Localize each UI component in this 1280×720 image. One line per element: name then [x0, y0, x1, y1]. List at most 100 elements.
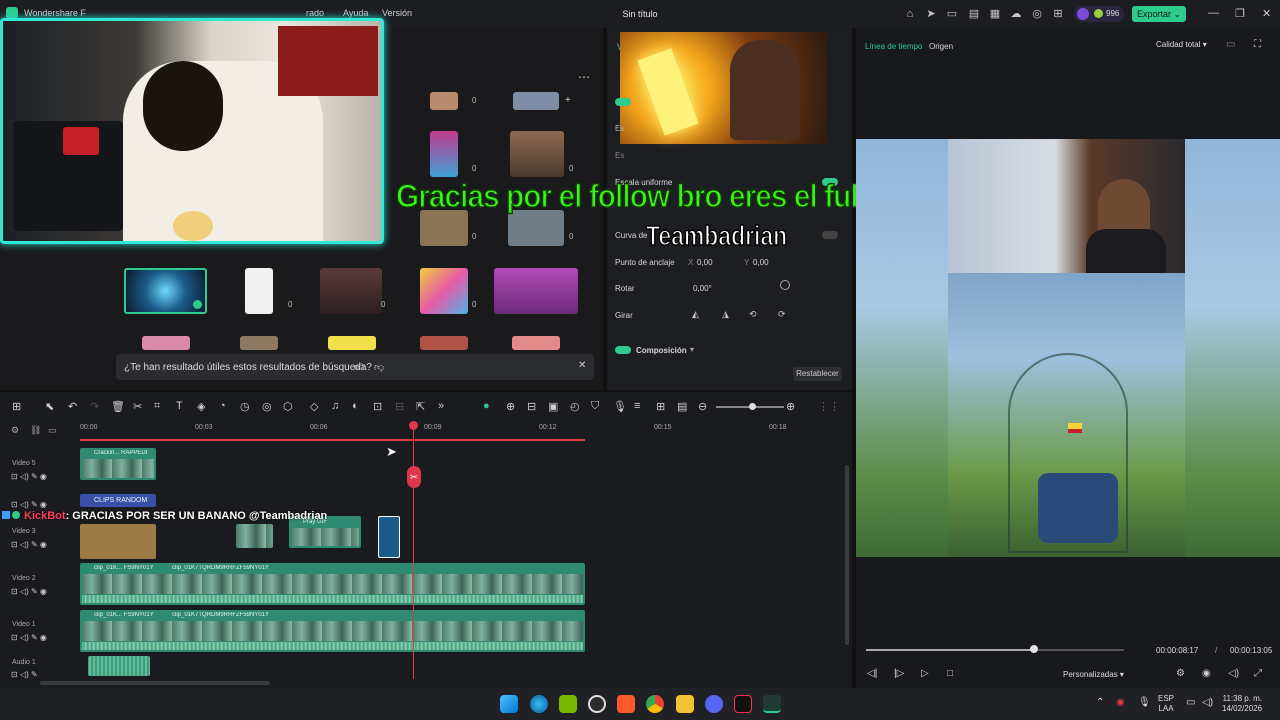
timeline-clip[interactable] [236, 524, 273, 548]
support-icon[interactable]: ◎ [1031, 8, 1043, 20]
anchor-y-input[interactable]: 0,00 [753, 258, 769, 267]
start-icon[interactable] [500, 695, 518, 713]
rotate-right-icon[interactable]: ⟳ [778, 309, 786, 320]
ai-assistant-icon[interactable]: ● [483, 400, 490, 412]
link-icon[interactable]: ⛓ [30, 425, 41, 436]
close-icon[interactable]: ✕ [1262, 7, 1271, 20]
rotate-dial-icon[interactable] [780, 280, 790, 290]
tab-timeline[interactable]: Línea de tiempo [865, 42, 922, 51]
restore-icon[interactable]: ❐ [1235, 7, 1245, 20]
zoom-fit-icon[interactable]: ⊡ [373, 400, 382, 413]
app-icon[interactable] [617, 695, 635, 713]
chrome-icon[interactable] [646, 695, 664, 713]
media-thumbnail[interactable] [513, 92, 559, 110]
track-view-icon[interactable]: ▭ [48, 425, 57, 436]
add-icon[interactable]: + [565, 95, 571, 106]
media-thumbnail[interactable] [328, 336, 376, 350]
track-scrollbar[interactable] [845, 465, 849, 645]
filmora-icon[interactable] [763, 695, 781, 713]
render-icon[interactable]: ◴ [570, 400, 580, 413]
grid-view-icon[interactable]: ⋮⋮ [818, 400, 840, 413]
discord-icon[interactable] [705, 695, 723, 713]
flip-horizontal-icon[interactable]: ◭ [692, 309, 699, 320]
selected-clip[interactable] [378, 516, 400, 558]
timer-icon[interactable]: ◷ [240, 400, 250, 413]
color-icon[interactable]: ◐ [352, 400, 359, 412]
volume-icon[interactable]: ◁) [1202, 697, 1213, 708]
zoom-slider-handle[interactable] [749, 403, 756, 410]
next-frame-icon[interactable]: |▷ [894, 668, 904, 679]
cut-icon[interactable]: ✂ [133, 400, 142, 413]
media-thumbnail[interactable] [240, 336, 278, 350]
timeline-clip[interactable]: clip_01K... FS9NY01Y clip_01K7TQRDM9RRFZ… [80, 563, 585, 605]
shield-icon[interactable]: ⛉ [591, 400, 599, 413]
export-clip-icon[interactable]: ⇱ [416, 400, 425, 413]
timeline-clip[interactable] [80, 524, 156, 559]
tab-origin[interactable]: Origen [929, 42, 953, 51]
edge-icon[interactable] [530, 695, 548, 713]
camera-icon[interactable]: ◉ [1202, 668, 1211, 679]
media-thumbnail[interactable] [508, 210, 564, 246]
timeline-clip[interactable]: clip_01K... FS9NY01Y clip_01K7TQRDM9RRFZ… [80, 610, 585, 652]
zoom-out-icon[interactable]: ⊖ [698, 400, 707, 413]
fullscreen-icon[interactable]: ⛶ [1254, 39, 1261, 50]
export-button[interactable]: Exportar ⌄ [1132, 6, 1186, 22]
layout-icon[interactable]: ▤ [968, 8, 980, 20]
media-thumbnail[interactable] [420, 336, 468, 350]
track-controls[interactable]: ⊡ ◁) ✎ ◉ [11, 633, 47, 642]
volume-icon[interactable]: ◁) [1228, 668, 1239, 679]
credits-badge[interactable]: 996 [1074, 6, 1124, 22]
previous-frame-icon[interactable]: ◁| [867, 668, 877, 679]
file-explorer-icon[interactable] [676, 695, 694, 713]
microphone-icon[interactable]: 🎙︎ [613, 400, 627, 413]
text-icon[interactable]: T [176, 400, 183, 412]
close-icon[interactable]: ✕ [578, 360, 586, 371]
scrubber-handle[interactable] [1029, 645, 1038, 653]
rotate-input[interactable]: 0,00° [693, 284, 712, 293]
curve-toggle[interactable] [822, 231, 838, 239]
media-thumbnail[interactable] [512, 336, 560, 350]
media-thumbnail[interactable] [142, 336, 190, 350]
gift-icon[interactable]: ⌂ [904, 8, 916, 20]
speed-icon[interactable]: ◔ [219, 400, 226, 412]
timeline-clip-group[interactable]: CLIPS RANDOM [80, 494, 156, 507]
thumbs-up-icon[interactable]: 👍︎ [354, 361, 364, 373]
stop-icon[interactable]: □ [947, 668, 953, 679]
media-thumbnail[interactable] [245, 268, 273, 314]
snapshot-icon[interactable]: ▭ [1226, 39, 1235, 50]
mixer-icon[interactable]: ≡ [634, 400, 640, 412]
language-indicator[interactable]: ESP LAA [1158, 694, 1174, 714]
clock[interactable]: 11:38 p. m. 14/02/2026 [1222, 694, 1262, 714]
media-thumbnail[interactable] [494, 268, 578, 314]
ai-icon[interactable]: ◈ [197, 400, 205, 413]
more-options-icon[interactable]: ⋯ [578, 70, 590, 84]
media-thumbnail[interactable] [420, 268, 468, 314]
split-icon[interactable]: ⊟ [527, 400, 536, 413]
transform-icon[interactable]: ⬡ [283, 400, 293, 413]
rotate-left-icon[interactable]: ⟲ [749, 309, 757, 320]
cloud-icon[interactable]: ☁ [1010, 8, 1022, 20]
playhead-handle[interactable] [409, 421, 418, 430]
undo-icon[interactable]: ↶ [68, 400, 77, 413]
media-thumbnail[interactable] [430, 131, 458, 177]
property-toggle[interactable] [615, 98, 631, 106]
settings-icon[interactable]: ⚙ [1176, 668, 1185, 679]
redo-icon[interactable]: ↷ [90, 400, 99, 413]
keyframe-icon[interactable]: ◇ [310, 400, 318, 413]
chevron-down-icon[interactable]: ▾ [690, 345, 694, 354]
select-tool-icon[interactable]: ⬉ [45, 400, 54, 413]
audio-sync-icon[interactable]: ♫ [331, 400, 339, 412]
reset-button[interactable]: Restablecer [793, 367, 842, 381]
chevron-up-icon[interactable]: ⌃ [1096, 697, 1104, 708]
track-controls[interactable]: ⊡ ◁) ✎ ◉ [11, 472, 47, 481]
send-icon[interactable]: ➤ [925, 8, 937, 20]
captions-icon[interactable]: ▤ [677, 400, 687, 413]
screen-icon[interactable]: ▭ [946, 8, 958, 20]
network-icon[interactable]: ▭ [1186, 697, 1195, 708]
tray-app-icon[interactable]: ◉ [1116, 697, 1125, 708]
more-tools-icon[interactable]: » [438, 400, 444, 412]
track-controls[interactable]: ⊡ ◁) ✎ [11, 670, 38, 679]
thumbs-down-icon[interactable]: 👎︎ [374, 361, 384, 373]
track-controls[interactable]: ⊡ ◁) ✎ ◉ [11, 587, 47, 596]
audio-clip[interactable] [88, 656, 150, 676]
